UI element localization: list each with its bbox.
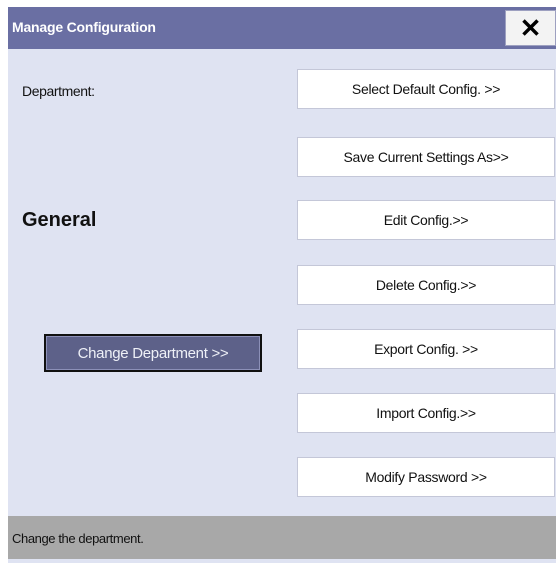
manage-configuration-dialog: Manage Configuration ✕ Department: Gener… [8, 7, 556, 563]
dialog-title: Manage Configuration [12, 19, 156, 35]
department-name: General [22, 209, 97, 231]
close-button[interactable]: ✕ [505, 10, 556, 46]
import-config-button[interactable]: Import Config.>> [297, 393, 555, 433]
delete-config-button[interactable]: Delete Config.>> [297, 265, 555, 305]
close-icon: ✕ [519, 12, 542, 43]
edit-config-button[interactable]: Edit Config.>> [297, 200, 555, 240]
modify-password-button[interactable]: Modify Password >> [297, 457, 555, 497]
status-message: Change the department. [12, 531, 144, 546]
select-default-config-button[interactable]: Select Default Config. >> [297, 69, 555, 109]
change-department-button[interactable]: Change Department >> [44, 334, 262, 372]
save-current-settings-button[interactable]: Save Current Settings As>> [297, 137, 555, 177]
export-config-button[interactable]: Export Config. >> [297, 329, 555, 369]
title-bar: Manage Configuration ✕ [8, 7, 556, 49]
status-bar: Change the department. [8, 516, 556, 559]
department-label: Department: [22, 83, 95, 99]
